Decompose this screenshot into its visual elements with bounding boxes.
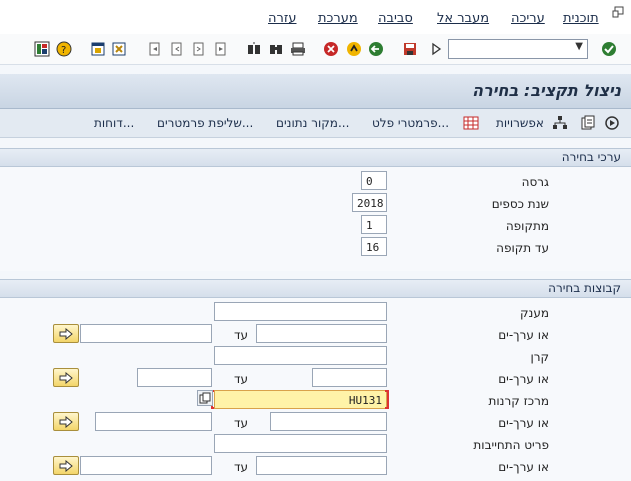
menu-edit[interactable]: עריכה <box>511 11 545 26</box>
menu-program[interactable]: תוכנית <box>563 11 599 26</box>
section-selection-groups-header: קבוצות בחירה <box>0 279 631 298</box>
funds-center-multiple-selection-button[interactable] <box>53 412 79 431</box>
commitment-item-from-input[interactable] <box>256 456 387 475</box>
fund-multiple-selection-button[interactable] <box>53 368 79 387</box>
get-parameters-button[interactable]: שליפת פרמטרים... <box>157 116 253 130</box>
command-field[interactable]: ▼ <box>448 39 588 59</box>
funds-center-to-label: עד <box>234 416 249 430</box>
grant-multiple-selection-button[interactable] <box>53 324 79 343</box>
new-session-icon[interactable] <box>90 41 106 57</box>
reports-button[interactable]: דוחות... <box>94 116 134 130</box>
options-grid-icon[interactable] <box>463 115 479 131</box>
grant-or-values-label: או ערך-ים <box>498 328 549 342</box>
commitment-item-or-values-label: או ערך-ים <box>498 460 549 474</box>
fiscal-year-input[interactable]: 2018 <box>352 193 387 212</box>
find-next-icon[interactable] <box>246 41 262 57</box>
fund-from-input[interactable] <box>312 368 387 387</box>
page-title: ניצול תקציב: בחירה <box>472 81 621 100</box>
section-selection-values-header: ערכי בחירה <box>0 148 631 167</box>
menu-goto[interactable]: מעבר אל <box>437 11 489 26</box>
last-page-icon[interactable] <box>213 41 229 57</box>
save-icon[interactable] <box>402 41 418 57</box>
commitment-item-to-label: עד <box>234 460 249 474</box>
funds-center-from-input[interactable] <box>270 412 387 431</box>
fund-input[interactable] <box>214 346 387 365</box>
fund-to-input[interactable] <box>137 368 212 387</box>
application-toolbar: אפשרויות פרמטרי פלט... מקור נתונים... של… <box>0 109 631 138</box>
funds-center-or-values-label: או ערך-ים <box>498 416 549 430</box>
section-selection-groups: מענק או ערך-ים עד קרן או ערך-ים עד מרכז … <box>0 298 631 481</box>
options-button[interactable]: אפשרויות <box>496 116 544 130</box>
funds-center-to-input[interactable] <box>95 412 212 431</box>
grant-label: מענק <box>520 306 549 320</box>
version-input[interactable]: 0 <box>361 171 387 190</box>
exit-icon[interactable] <box>346 41 362 57</box>
to-period-input[interactable]: 16 <box>361 237 387 256</box>
help-icon[interactable]: ? <box>56 41 72 57</box>
shortcut-icon[interactable] <box>111 41 127 57</box>
prev-page-icon[interactable] <box>169 41 185 57</box>
commitment-item-multiple-selection-button[interactable] <box>53 456 79 475</box>
back-nav-icon[interactable] <box>368 41 384 57</box>
svg-text:?: ? <box>61 45 66 56</box>
grant-from-input[interactable] <box>256 324 387 343</box>
enter-check-icon[interactable] <box>601 41 617 57</box>
menu-bar: תוכנית עריכה מעבר אל סביבה מערכת עזרה <box>0 0 631 34</box>
version-label: גרסה <box>521 175 549 189</box>
fund-to-label: עד <box>234 372 249 386</box>
fund-label: קרן <box>530 350 549 364</box>
play-icon[interactable] <box>428 41 444 57</box>
fiscal-year-label: שנת כספים <box>491 197 549 211</box>
output-parameters-button[interactable]: פרמטרי פלט... <box>372 116 449 130</box>
section-selection-groups-title: קבוצות בחירה <box>548 281 621 295</box>
funds-center-input[interactable]: HU131 <box>214 390 387 409</box>
section-selection-values-title: ערכי בחירה <box>561 150 621 164</box>
print-icon[interactable] <box>290 41 306 57</box>
section-selection-values: גרסה 0 שנת כספים 2018 מתקופה 1 עד תקופה … <box>0 167 631 271</box>
funds-center-label: מרכז קרנות <box>488 394 550 408</box>
from-period-input[interactable]: 1 <box>361 215 387 234</box>
arrow-right-icon <box>59 328 73 340</box>
hierarchy-icon[interactable] <box>552 115 568 131</box>
grant-to-label: עד <box>234 328 249 342</box>
copy-variant-icon[interactable] <box>580 115 596 131</box>
grant-input[interactable] <box>214 302 387 321</box>
grant-to-input[interactable] <box>80 324 212 343</box>
menu-help[interactable]: עזרה <box>268 11 296 26</box>
copy-icon[interactable] <box>197 390 213 406</box>
layout-icon[interactable] <box>34 41 50 57</box>
to-period-label: עד תקופה <box>496 241 549 255</box>
commitment-item-label: פריט התחייבות <box>473 438 549 452</box>
arrow-right-icon <box>59 416 73 428</box>
commitment-item-input[interactable] <box>214 434 387 453</box>
cancel-icon[interactable] <box>323 41 339 57</box>
next-page-icon[interactable] <box>191 41 207 57</box>
first-page-icon[interactable] <box>147 41 163 57</box>
chevron-down-icon[interactable]: ▼ <box>575 41 583 52</box>
title-bar: ניצול תקציב: בחירה <box>0 74 631 109</box>
arrow-right-icon <box>59 372 73 384</box>
focus-mark-right <box>385 390 389 409</box>
find-icon[interactable] <box>268 41 284 57</box>
window-restore-icon[interactable] <box>612 6 624 21</box>
menu-environment[interactable]: סביבה <box>378 11 413 26</box>
menu-system[interactable]: מערכת <box>318 11 358 26</box>
arrow-right-icon <box>59 460 73 472</box>
commitment-item-to-input[interactable] <box>80 456 212 475</box>
from-period-label: מתקופה <box>505 219 549 233</box>
data-source-button[interactable]: מקור נתונים... <box>276 116 349 130</box>
execute-icon[interactable] <box>604 115 620 131</box>
fund-or-values-label: או ערך-ים <box>498 372 549 386</box>
